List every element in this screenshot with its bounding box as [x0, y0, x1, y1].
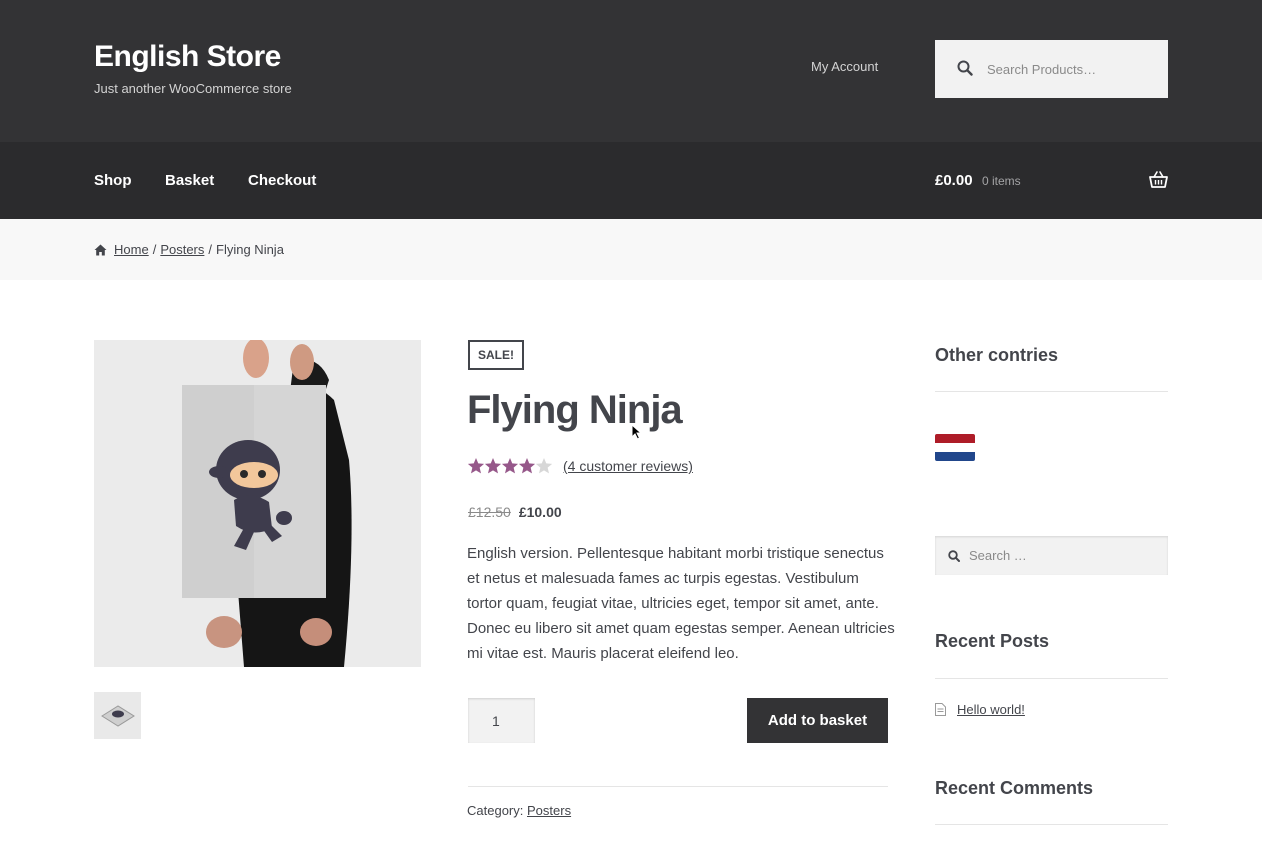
nav-checkout[interactable]: Checkout	[248, 172, 316, 189]
search-icon[interactable]	[957, 60, 973, 76]
netherlands-flag-icon[interactable]	[935, 434, 975, 461]
thumbnail-image	[101, 705, 135, 727]
star-rating	[468, 458, 552, 474]
sale-price: £10.00	[518, 504, 562, 520]
list-item: Hello world!	[935, 702, 1025, 717]
product-search-input[interactable]	[987, 58, 1157, 80]
divider	[468, 786, 888, 787]
sidebar-search-box	[935, 536, 1168, 575]
basket-icon[interactable]	[1149, 171, 1168, 189]
sidebar-search-input[interactable]	[969, 545, 1154, 565]
quantity-input[interactable]	[468, 698, 535, 743]
mouse-cursor-icon	[631, 424, 643, 440]
other-countries-title: Other contries	[935, 345, 1059, 365]
recent-comments-title: Recent Comments	[935, 778, 1094, 798]
cart-item-count[interactable]: 0 items	[982, 174, 1021, 188]
widget-divider	[935, 391, 1168, 392]
recent-post-link[interactable]: Hello world!	[957, 702, 1025, 717]
breadcrumb-bar: Home / Posters / Flying Ninja	[0, 219, 1262, 280]
product-description: English version. Pellentesque habitant m…	[467, 545, 895, 662]
site-header: English Store Just another WooCommerce s…	[0, 0, 1262, 142]
category-label: Category:	[467, 803, 524, 818]
ninja-poster-illustration	[94, 340, 421, 667]
flag-stripe-red	[935, 434, 975, 443]
widget-divider	[935, 678, 1168, 679]
breadcrumb-category[interactable]: Posters	[160, 242, 204, 257]
document-icon	[935, 703, 946, 716]
breadcrumb-home[interactable]: Home	[114, 242, 149, 257]
cart-total[interactable]: £0.00	[935, 172, 973, 189]
category-link[interactable]: Posters	[527, 803, 571, 818]
star-icon	[535, 458, 552, 474]
nav-basket[interactable]: Basket	[165, 172, 214, 189]
breadcrumb-separator: /	[152, 242, 157, 257]
site-title[interactable]: English Store	[94, 40, 281, 74]
primary-nav: Shop Basket Checkout £0.00 0 items	[0, 142, 1262, 219]
product-search-box	[935, 40, 1168, 98]
customer-reviews-link[interactable]: (4 customer reviews)	[563, 458, 693, 474]
star-icon	[518, 458, 536, 474]
product-thumbnail[interactable]	[94, 692, 141, 739]
my-account-link[interactable]: My Account	[811, 59, 878, 74]
widget-divider	[935, 824, 1168, 825]
breadcrumb: Home / Posters / Flying Ninja	[94, 242, 284, 257]
product-price: £12.50 £10.00	[468, 504, 562, 520]
recent-posts-title: Recent Posts	[935, 631, 1050, 651]
search-icon[interactable]	[948, 550, 960, 562]
sale-badge: SALE!	[468, 340, 524, 370]
site-description: Just another WooCommerce store	[94, 81, 292, 96]
home-icon	[94, 244, 107, 255]
product-title: Flying Ninja	[467, 388, 683, 432]
nav-shop[interactable]: Shop	[94, 172, 132, 189]
product-main-image[interactable]	[94, 340, 421, 667]
star-icon	[501, 458, 519, 474]
flag-stripe-white	[935, 443, 975, 452]
star-icon	[468, 458, 485, 474]
product-category: Category: Posters	[467, 803, 571, 818]
original-price: £12.50	[468, 504, 511, 520]
add-to-basket-button[interactable]: Add to basket	[747, 698, 888, 743]
flag-stripe-blue	[935, 452, 975, 461]
breadcrumb-separator: /	[208, 242, 213, 257]
breadcrumb-current: Flying Ninja	[216, 242, 284, 257]
star-icon	[484, 458, 502, 474]
